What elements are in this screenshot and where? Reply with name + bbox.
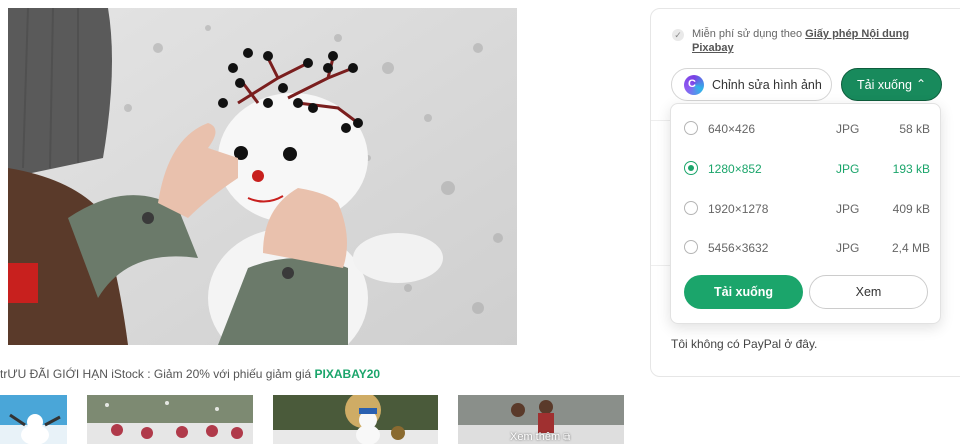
promo-code[interactable]: PIXABAY20 [315, 367, 381, 381]
option-size: 409 kB [892, 202, 930, 216]
snowman-photo [8, 8, 517, 345]
option-resolution: 640×426 [708, 122, 756, 136]
istock-promo[interactable]: trƯU ĐÃI GIỚI HẠN iStock : Giảm 20% với … [0, 367, 380, 381]
promo-text: trƯU ĐÃI GIỚI HẠN iStock : Giảm 20% với … [0, 367, 315, 381]
option-resolution: 1280×852 [708, 162, 762, 176]
option-format: JPG [836, 122, 860, 136]
option-resolution: 5456×3632 [708, 241, 769, 255]
option-format: JPG [836, 162, 860, 176]
see-more-link[interactable]: Xem thêm ⧉ [510, 431, 570, 443]
thumbnail-2[interactable] [87, 395, 253, 444]
main-photo[interactable] [8, 8, 517, 345]
option-size: 2,4 MB [891, 241, 930, 255]
size-option-1280[interactable]: 1280×852 JPG 193 kB [671, 154, 942, 184]
view-button[interactable]: Xem [809, 275, 928, 309]
radio-button[interactable] [684, 121, 698, 135]
option-resolution: 1920×1278 [708, 202, 769, 216]
download-dropdown-button[interactable]: Tải xuống ⌃ [841, 68, 942, 101]
radio-button[interactable] [684, 240, 698, 254]
size-option-640[interactable]: 640×426 JPG 58 kB [671, 114, 942, 144]
size-option-5456[interactable]: 5456×3632 JPG 2,4 MB [671, 233, 942, 263]
canva-logo-icon: C [684, 75, 704, 95]
download-button[interactable]: Tải xuống [684, 275, 803, 309]
see-more-label: Xem thêm [510, 431, 561, 443]
edit-image-button[interactable]: C Chỉnh sửa hình ảnh [671, 68, 832, 101]
license-prefix: Miễn phí sử dụng theo [692, 28, 806, 40]
download-label: Tải xuống [857, 78, 912, 92]
license-notice: Miễn phí sử dụng theo Giấy phép Nội dung… [692, 27, 922, 55]
edit-image-label: Chỉnh sửa hình ảnh [712, 78, 822, 92]
external-link-icon: ⧉ [563, 432, 571, 443]
option-size: 58 kB [899, 122, 930, 136]
radio-button[interactable] [684, 201, 698, 215]
paypal-note: Tôi không có PayPal ở đây. [671, 337, 818, 351]
thumbnail-1[interactable] [0, 395, 67, 444]
chevron-up-icon: ⌃ [916, 77, 927, 91]
download-options-popup: 640×426 JPG 58 kB 1280×852 JPG 193 kB 19… [670, 103, 941, 324]
thumbnail-3[interactable] [273, 395, 438, 444]
option-size: 193 kB [892, 162, 930, 176]
radio-button[interactable] [684, 161, 698, 175]
check-icon: ✓ [672, 29, 684, 41]
option-format: JPG [836, 241, 860, 255]
option-format: JPG [836, 202, 860, 216]
size-option-1920[interactable]: 1920×1278 JPG 409 kB [671, 194, 942, 224]
